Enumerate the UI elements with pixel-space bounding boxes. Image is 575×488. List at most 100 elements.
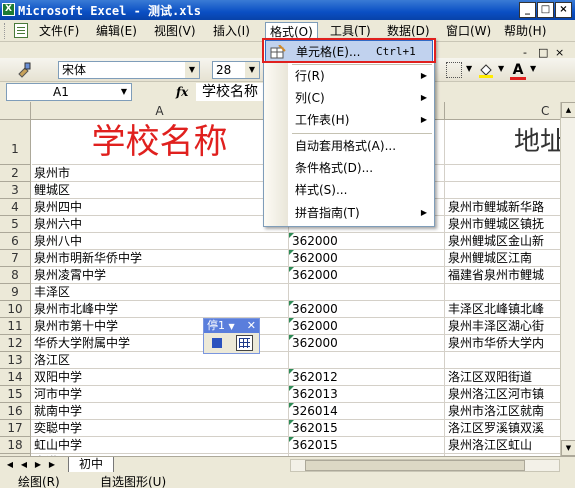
relative-reference-icon[interactable] [236, 335, 253, 351]
row-header[interactable]: 7 [0, 250, 31, 267]
name-box[interactable]: A1 ▼ [6, 83, 132, 101]
menu-insert[interactable]: 插入(I) [209, 22, 254, 40]
cell-c[interactable]: 泉州鲤城区金山新 [445, 233, 560, 250]
cell-c[interactable]: 泉州鲤城区江南 [445, 250, 560, 267]
fx-icon[interactable]: fx [176, 85, 188, 99]
menu-item-sheet[interactable]: 工作表(H) ▶ [265, 109, 433, 131]
row-header[interactable]: 3 [0, 182, 31, 199]
close-button[interactable]: × [555, 2, 572, 18]
column-header-a[interactable]: A [31, 102, 289, 120]
cell-c[interactable]: 泉州洛江区河市镇 [445, 386, 560, 403]
cell-a[interactable]: 奕聪中学 [31, 420, 289, 437]
error-indicator-icon[interactable] [289, 301, 294, 306]
cell-a[interactable]: 泉州八中 [31, 233, 289, 250]
error-indicator-icon[interactable] [289, 386, 294, 391]
error-indicator-icon[interactable] [289, 250, 294, 255]
cell-c[interactable]: 洛江区双阳街道 [445, 369, 560, 386]
cell-b[interactable] [289, 352, 445, 369]
row-header[interactable]: 8 [0, 267, 31, 284]
cell-c[interactable] [445, 182, 560, 199]
chevron-down-icon[interactable]: ▼ [229, 322, 235, 331]
cell-a[interactable]: 泉州四中 [31, 199, 289, 216]
menu-item-conditional-format[interactable]: 条件格式(D)... [265, 157, 433, 179]
cell-a[interactable]: 泉州市 [31, 165, 289, 182]
cell-c[interactable]: 福建省泉州市鲤城 [445, 267, 560, 284]
row-header[interactable]: 17 [0, 420, 31, 437]
stop-recording-toolbar[interactable]: 停1 ▼ ✕ [203, 318, 260, 354]
cell-b[interactable]: 362015 [289, 420, 445, 437]
cell-b[interactable]: 362012 [289, 369, 445, 386]
prev-sheet-icon[interactable]: ◀ [18, 459, 30, 471]
cell-a[interactable]: 河市中学 [31, 386, 289, 403]
document-icon[interactable] [14, 23, 28, 38]
chevron-down-icon[interactable]: ▼ [498, 64, 504, 73]
cell-b[interactable]: 362015 [289, 437, 445, 454]
menu-item-row[interactable]: 行(R) ▶ [265, 65, 433, 87]
cell-b[interactable]: 362000 [289, 301, 445, 318]
chevron-down-icon[interactable]: ▼ [466, 64, 472, 73]
row-header[interactable]: 2 [0, 165, 31, 182]
cell-a[interactable]: 就南中学 [31, 403, 289, 420]
cell-a1-title[interactable]: 学校名称 [32, 120, 288, 165]
cell-b[interactable]: 362000 [289, 233, 445, 250]
cell-a[interactable]: 虹山中学 [31, 437, 289, 454]
row-header[interactable]: 14 [0, 369, 31, 386]
menu-window[interactable]: 窗口(W) [442, 22, 495, 40]
chevron-down-icon[interactable]: ▼ [245, 62, 259, 78]
row-header[interactable]: 18 [0, 437, 31, 454]
row-header[interactable]: 5 [0, 216, 31, 233]
scroll-thumb[interactable] [305, 460, 525, 471]
menu-view[interactable]: 视图(V) [150, 22, 200, 40]
cell-a[interactable]: 洛江区 [31, 352, 289, 369]
menu-item-column[interactable]: 列(C) ▶ [265, 87, 433, 109]
font-size-select[interactable]: 28 ▼ [212, 61, 260, 79]
cell-a[interactable]: 泉州凌霄中学 [31, 267, 289, 284]
draw-menu-button[interactable]: 绘图(R) [18, 473, 60, 488]
menu-edit[interactable]: 编辑(E) [92, 22, 141, 40]
cell-c[interactable]: 泉州丰泽区湖心街 [445, 318, 560, 335]
autoshape-menu-button[interactable]: 自选图形(U) [100, 473, 166, 488]
font-name-select[interactable]: 宋体 ▼ [58, 61, 200, 79]
borders-icon[interactable] [446, 62, 462, 78]
chevron-down-icon[interactable]: ▼ [185, 62, 199, 78]
formula-input[interactable]: 学校名称 [196, 83, 268, 101]
cell-a[interactable]: 鲤城区 [31, 182, 289, 199]
menu-item-style[interactable]: 样式(S)... [265, 179, 433, 201]
cell-b[interactable]: 362013 [289, 386, 445, 403]
vertical-scrollbar[interactable]: ▲ ▼ [560, 102, 575, 456]
sheet-tab[interactable]: 初中 [68, 457, 115, 473]
cell-b[interactable]: 362000 [289, 250, 445, 267]
error-indicator-icon[interactable] [289, 233, 294, 238]
error-indicator-icon[interactable] [289, 369, 294, 374]
menu-item-phonetic-guide[interactable]: 拼音指南(T) ▶ [265, 202, 433, 224]
column-header-c[interactable]: C [445, 102, 560, 120]
cell-c[interactable]: 丰泽区北峰镇北峰 [445, 301, 560, 318]
cell-b[interactable]: 362000 [289, 335, 445, 352]
menu-file[interactable]: 文件(F) [35, 22, 83, 40]
menu-item-cells[interactable]: 单元格(E)... Ctrl+1 [265, 40, 433, 62]
error-indicator-icon[interactable] [289, 420, 294, 425]
cell-c[interactable] [445, 284, 560, 301]
error-indicator-icon[interactable] [289, 335, 294, 340]
menu-grip[interactable] [4, 23, 7, 39]
cell-a[interactable]: 双阳中学 [31, 369, 289, 386]
cell-c[interactable] [445, 352, 560, 369]
font-color-icon[interactable]: A [510, 62, 526, 80]
maximize-button[interactable]: □ [537, 2, 554, 18]
minimize-button[interactable]: _ [519, 2, 536, 18]
cell-c[interactable] [445, 165, 560, 182]
next-sheet-icon[interactable]: ▶ [32, 459, 44, 471]
error-indicator-icon[interactable] [289, 437, 294, 442]
error-indicator-icon[interactable] [289, 318, 294, 323]
format-painter-icon[interactable] [16, 62, 32, 78]
row-header[interactable]: 13 [0, 352, 31, 369]
cell-c1-title[interactable]: 地址 [444, 120, 560, 165]
row-header[interactable]: 16 [0, 403, 31, 420]
row-header[interactable]: 6 [0, 233, 31, 250]
cell-c[interactable]: 泉州市洛江区就南 [445, 403, 560, 420]
first-sheet-icon[interactable]: ◀ [4, 459, 16, 471]
cell-b[interactable]: 326014 [289, 403, 445, 420]
row-header[interactable]: 9 [0, 284, 31, 301]
cell-b[interactable] [289, 284, 445, 301]
close-icon[interactable]: ✕ [247, 319, 256, 332]
